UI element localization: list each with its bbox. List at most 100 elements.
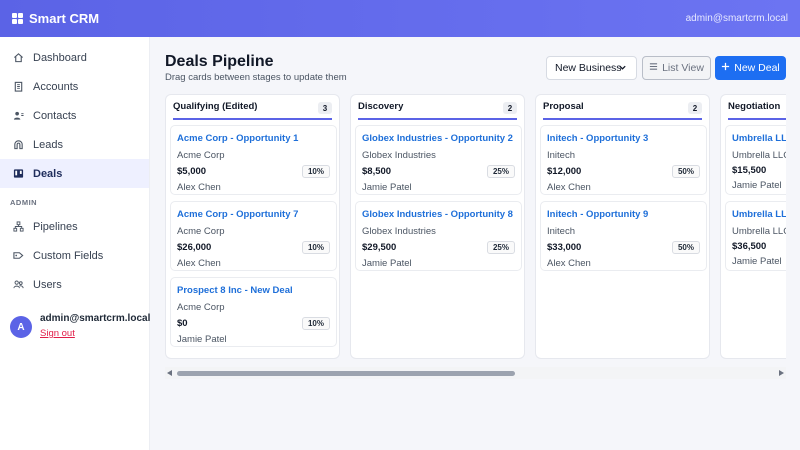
- deal-owner: Jamie Patel: [362, 182, 412, 193]
- deal-company: Umbrella LLC: [732, 150, 786, 161]
- deal-title-link[interactable]: Initech - Opportunity 9: [547, 209, 700, 220]
- brand-name: Smart CRM: [29, 11, 100, 26]
- pipeline-select[interactable]: New Business: [546, 56, 637, 80]
- list-icon: [649, 62, 658, 74]
- main-content: Deals Pipeline Drag cards between stages…: [150, 37, 800, 450]
- sidebar-item-label: Contacts: [33, 109, 77, 122]
- sidebar-item-leads[interactable]: Leads: [0, 130, 149, 159]
- deal-title-link[interactable]: Prospect 8 Inc - New Deal: [177, 285, 330, 296]
- probability-badge: 25%: [486, 165, 515, 178]
- deal-amount: $15,500: [732, 165, 767, 176]
- deal-owner: Alex Chen: [547, 258, 591, 269]
- scroll-thumb[interactable]: [177, 371, 515, 376]
- deal-amount: $8,500: [362, 166, 392, 177]
- sign-out-link[interactable]: Sign out: [40, 328, 150, 339]
- deal-title-link[interactable]: Acme Corp - Opportunity 7: [177, 209, 330, 220]
- deal-company: Acme Corp: [177, 150, 225, 161]
- sidebar-item-label: Deals: [33, 167, 63, 180]
- chevron-down-icon: [618, 63, 627, 72]
- deal-card[interactable]: Initech - Opportunity 9 Initech $33,000 5…: [540, 201, 707, 271]
- stage-column-discovery[interactable]: Discovery 2 Globex Industries - Opportun…: [350, 94, 525, 359]
- page-subtitle: Drag cards between stages to update them: [165, 72, 347, 83]
- deal-owner: Jamie Patel: [177, 334, 227, 345]
- deal-owner: Jamie Patel: [362, 258, 412, 269]
- deal-company: Initech: [547, 226, 575, 237]
- list-view-button[interactable]: List View: [642, 56, 711, 80]
- stage-name: Proposal: [543, 101, 584, 112]
- deal-title-link[interactable]: Acme Corp - Opportunity 1: [177, 133, 330, 144]
- deal-card[interactable]: Umbrella LLC Umbrella LLC $15,500 Jamie …: [725, 125, 786, 195]
- deal-title-link[interactable]: Globex Industries - Opportunity 2: [362, 133, 515, 144]
- home-icon: [13, 52, 24, 63]
- deal-owner: Alex Chen: [547, 182, 591, 193]
- avatar[interactable]: A: [10, 316, 32, 338]
- sidebar-item-label: Users: [33, 278, 62, 291]
- sidebar-item-label: Accounts: [33, 80, 79, 93]
- deal-card[interactable]: Prospect 8 Inc - New Deal Acme Corp $0 10…: [170, 277, 337, 347]
- sidebar: Dashboard Accounts Contacts Leads Deals …: [0, 37, 150, 450]
- deal-amount: $36,500: [732, 241, 767, 252]
- sidebar-item-accounts[interactable]: Accounts: [0, 72, 149, 101]
- stage-header: Discovery 2: [358, 95, 517, 120]
- sidebar-item-label: Custom Fields: [33, 249, 104, 262]
- kanban-icon: [13, 168, 24, 179]
- deal-company: Acme Corp: [177, 302, 225, 313]
- deal-title-link[interactable]: Umbrella LLC: [732, 133, 786, 144]
- section-label-admin: ADMIN: [10, 198, 38, 207]
- deal-company: Initech: [547, 150, 575, 161]
- deal-title-link[interactable]: Umbrella LLC: [732, 209, 786, 220]
- new-deal-label: New Deal: [734, 62, 780, 74]
- deal-amount: $26,000: [177, 242, 212, 253]
- probability-badge: 25%: [486, 241, 515, 254]
- stage-header: Proposal 2: [543, 95, 702, 120]
- stage-name: Qualifying (Edited): [173, 101, 258, 112]
- sidebar-item-contacts[interactable]: Contacts: [0, 101, 149, 130]
- grid-icon: [12, 13, 23, 24]
- deal-company: Umbrella LLC: [732, 226, 786, 237]
- stage-column-qualifying[interactable]: Qualifying (Edited) 3 Acme Corp - Opport…: [165, 94, 340, 359]
- stage-column-proposal[interactable]: Proposal 2 Initech - Opportunity 3 Inite…: [535, 94, 710, 359]
- deal-card[interactable]: Acme Corp - Opportunity 1 Acme Corp $5,0…: [170, 125, 337, 195]
- deal-company: Acme Corp: [177, 226, 225, 237]
- deal-amount: $5,000: [177, 166, 207, 177]
- deal-title-link[interactable]: Globex Industries - Opportunity 8: [362, 209, 515, 220]
- probability-badge: 10%: [301, 165, 330, 178]
- deal-card[interactable]: Acme Corp - Opportunity 7 Acme Corp $26,…: [170, 201, 337, 271]
- scroll-right-arrow-icon[interactable]: [779, 370, 784, 376]
- deal-owner: Alex Chen: [177, 258, 221, 269]
- stage-column-negotiation[interactable]: Negotiation Umbrella LLC Umbrella LLC $1…: [720, 94, 786, 359]
- brand[interactable]: Smart CRM: [12, 11, 99, 26]
- sidebar-item-deals[interactable]: Deals: [0, 159, 149, 188]
- deal-card[interactable]: Initech - Opportunity 3 Initech $12,000 5…: [540, 125, 707, 195]
- stage-count-badge: 2: [503, 102, 517, 114]
- probability-badge: 10%: [301, 241, 330, 254]
- scroll-left-arrow-icon[interactable]: [167, 370, 172, 376]
- header-user-email[interactable]: admin@smartcrm.local: [686, 13, 788, 24]
- sidebar-item-dashboard[interactable]: Dashboard: [0, 43, 149, 72]
- deal-title-link[interactable]: Initech - Opportunity 3: [547, 133, 700, 144]
- pipeline-icon: [13, 221, 24, 232]
- pipeline-select-value: New Business: [555, 62, 622, 74]
- deal-card[interactable]: Globex Industries - Opportunity 2 Globex…: [355, 125, 522, 195]
- deal-card[interactable]: Umbrella LLC Umbrella LLC $36,500 Jamie …: [725, 201, 786, 271]
- stage-name: Negotiation: [728, 101, 781, 112]
- sidebar-item-users[interactable]: Users: [0, 270, 149, 299]
- deal-company: Globex Industries: [362, 226, 436, 237]
- admin-nav: Pipelines Custom Fields Users: [0, 212, 149, 299]
- deal-owner: Jamie Patel: [732, 180, 782, 191]
- tag-icon: [13, 250, 24, 261]
- list-view-label: List View: [662, 62, 704, 74]
- deal-amount: $0: [177, 318, 188, 329]
- deal-owner: Jamie Patel: [732, 256, 782, 267]
- probability-badge: 50%: [671, 165, 700, 178]
- deal-card[interactable]: Globex Industries - Opportunity 8 Globex…: [355, 201, 522, 271]
- new-deal-button[interactable]: New Deal: [715, 56, 786, 80]
- stage-header: Qualifying (Edited) 3: [173, 95, 332, 120]
- deal-amount: $29,500: [362, 242, 397, 253]
- sidebar-item-pipelines[interactable]: Pipelines: [0, 212, 149, 241]
- contacts-icon: [13, 110, 24, 121]
- horizontal-scrollbar[interactable]: [165, 367, 786, 379]
- sidebar-item-custom-fields[interactable]: Custom Fields: [0, 241, 149, 270]
- magnet-icon: [13, 139, 24, 150]
- user-block: A admin@smartcrm.local Sign out: [10, 313, 150, 339]
